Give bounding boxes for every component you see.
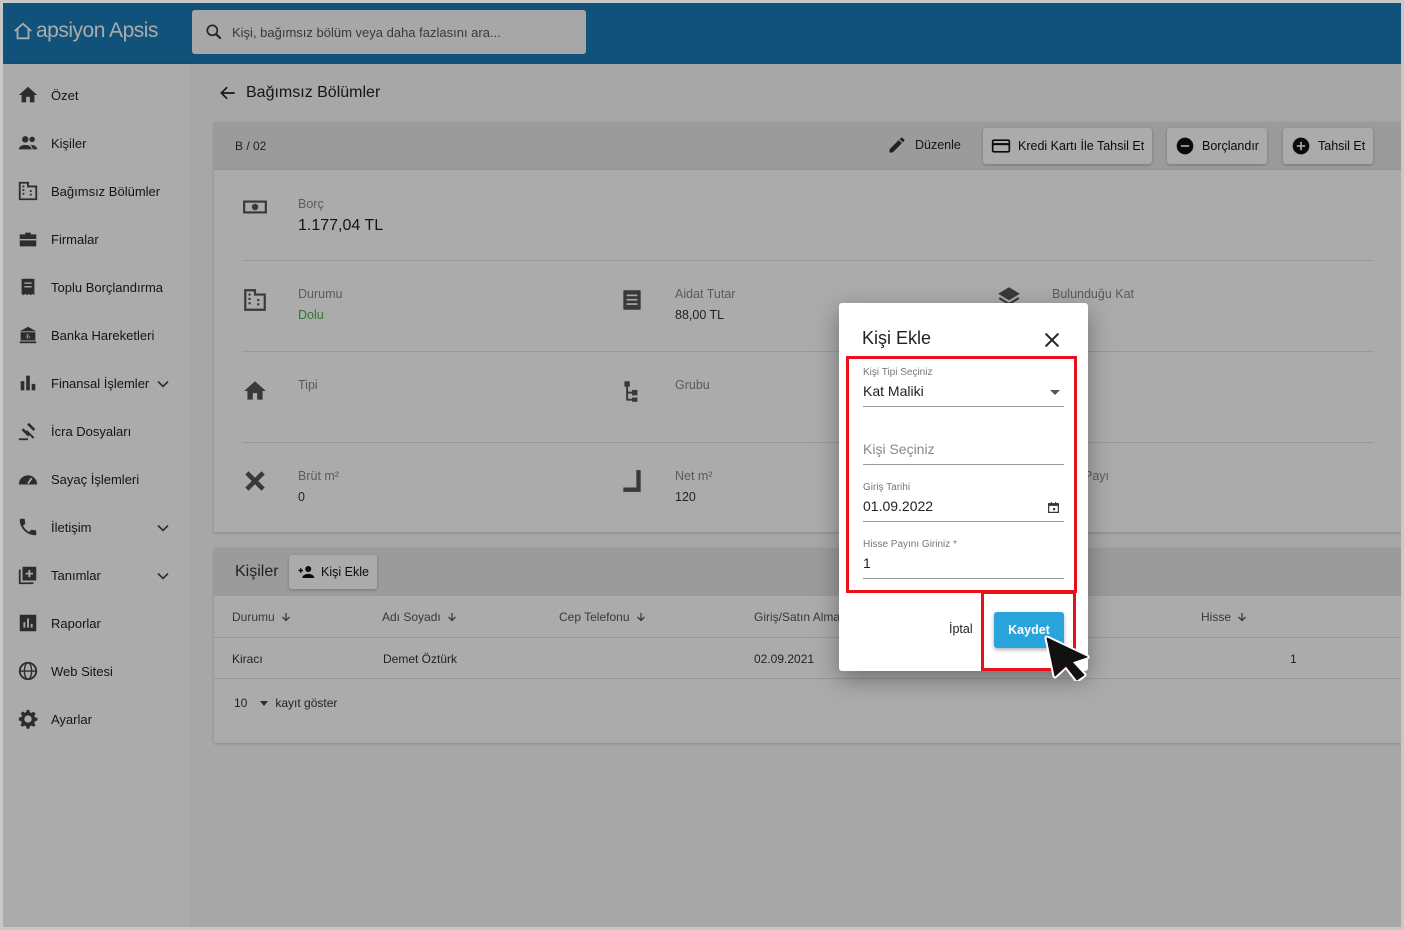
mouse-cursor-icon	[1044, 635, 1090, 681]
cancel-button[interactable]: İptal	[949, 622, 973, 636]
form-highlight-box	[846, 356, 1077, 593]
modal-backdrop[interactable]	[3, 3, 1401, 927]
app-frame: apsiyon Apsis Özet Kişiler Bağımsız Bölü…	[0, 0, 1404, 930]
dialog-title: Kişi Ekle	[862, 328, 932, 348]
close-icon[interactable]	[1041, 329, 1063, 351]
